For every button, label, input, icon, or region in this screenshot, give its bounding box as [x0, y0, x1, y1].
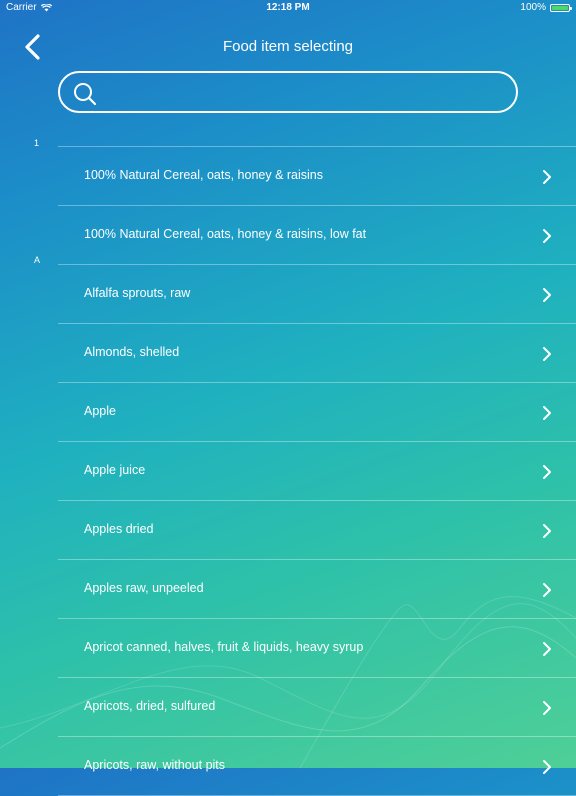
list-item[interactable]: Apple — [58, 383, 576, 442]
list-item[interactable]: 100% Natural Cereal, oats, honey & raisi… — [58, 147, 576, 206]
food-list: 100% Natural Cereal, oats, honey & raisi… — [58, 146, 576, 796]
section-index-1[interactable]: 1 — [34, 138, 39, 148]
chevron-right-icon — [543, 229, 551, 243]
list-item-label: Apricots, dried, sulfured — [84, 699, 216, 713]
chevron-right-icon — [543, 524, 551, 538]
list-item-label: 100% Natural Cereal, oats, honey & raisi… — [84, 168, 324, 182]
list-item[interactable]: 100% Natural Cereal, oats, honey & raisi… — [58, 206, 576, 265]
chevron-right-icon — [543, 288, 551, 302]
chevron-right-icon — [543, 406, 551, 420]
list-item[interactable]: Apples dried — [58, 501, 576, 560]
list-item[interactable]: Apricot canned, halves, fruit & liquids,… — [58, 619, 576, 678]
list-item-label: Apricots, raw, without pits — [84, 758, 226, 772]
list-item[interactable]: Alfalfa sprouts, raw — [58, 265, 576, 324]
list-item[interactable]: Apple juice — [58, 442, 576, 501]
search-icon — [74, 83, 97, 106]
battery-icon — [550, 3, 572, 12]
list-item[interactable]: Apricots, raw, without pits — [58, 737, 576, 796]
chevron-right-icon — [543, 170, 551, 184]
chevron-right-icon — [543, 583, 551, 597]
status-time: 12:18 PM — [266, 2, 310, 13]
list-item[interactable]: Apricots, dried, sulfured — [58, 678, 576, 737]
battery-tip — [570, 6, 572, 10]
chevron-right-icon — [543, 701, 551, 715]
list-item-label: Apricot canned, halves, fruit & liquids,… — [84, 640, 364, 654]
list-item-label: Almonds, shelled — [84, 345, 180, 359]
section-index-a[interactable]: A — [34, 255, 40, 265]
list-item[interactable]: Apples raw, unpeeled — [58, 560, 576, 619]
list-item-label: Alfalfa sprouts, raw — [84, 286, 191, 300]
status-bar: Carrier 12:18 PM 100% — [0, 0, 576, 16]
chevron-right-icon — [543, 347, 551, 361]
search-bar[interactable] — [58, 71, 518, 113]
list-item-label: Apple — [84, 404, 116, 418]
chevron-right-icon — [543, 465, 551, 479]
status-right: 100% — [520, 2, 572, 13]
battery-percent: 100% — [520, 2, 546, 13]
list-item-label: Apple juice — [84, 463, 146, 477]
list-item-label: Apples dried — [84, 522, 154, 536]
chevron-right-icon — [543, 760, 551, 774]
page-title: Food item selecting — [222, 38, 354, 55]
chevron-right-icon — [543, 642, 551, 656]
list-item-label: Apples raw, unpeeled — [84, 581, 204, 595]
list-item[interactable]: Almonds, shelled — [58, 324, 576, 383]
battery-fill — [552, 5, 568, 10]
list-item-label: 100% Natural Cereal, oats, honey & raisi… — [84, 227, 367, 241]
search-input[interactable] — [106, 79, 510, 107]
